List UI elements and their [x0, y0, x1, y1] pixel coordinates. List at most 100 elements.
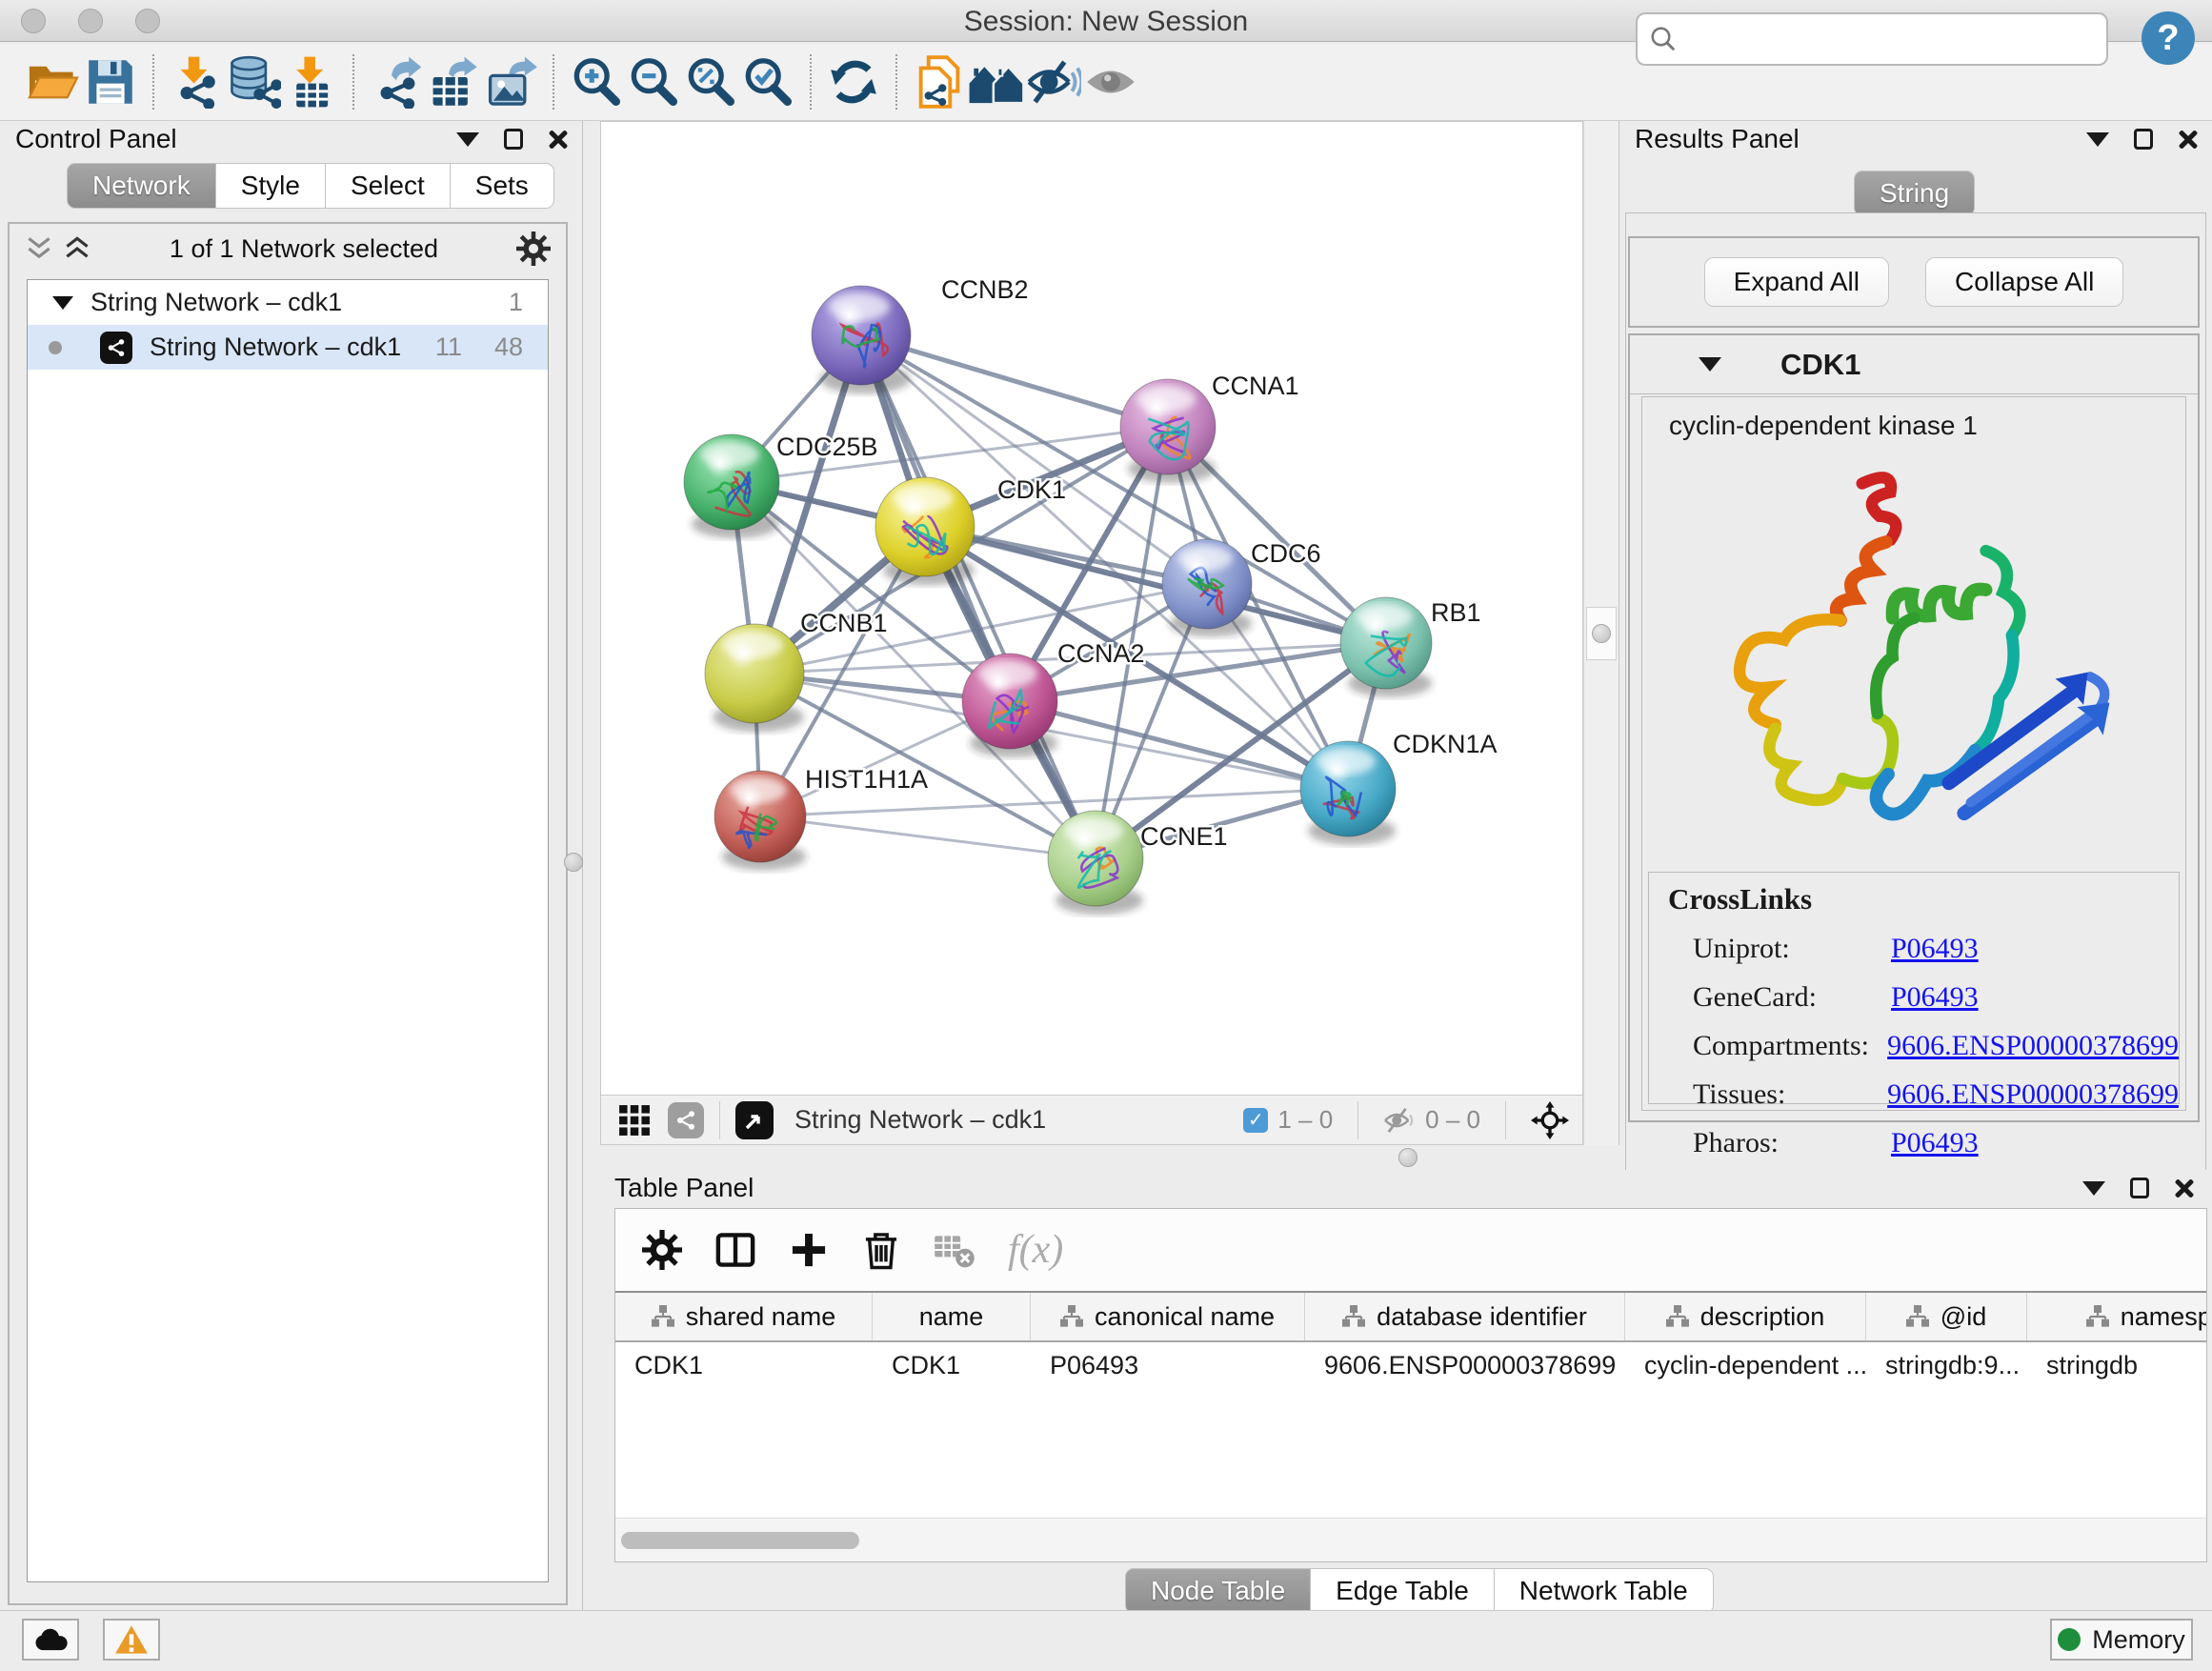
- node-table[interactable]: shared name namecanonical namedatabase id…: [615, 1291, 2206, 1516]
- node-label-ccnb1: CCNB1: [800, 609, 888, 637]
- warning-status-button[interactable]: [103, 1619, 160, 1661]
- table-cell[interactable]: 9606.ENSP00000378699: [1305, 1351, 1625, 1380]
- birds-eye-view-icon[interactable]: [735, 1101, 774, 1139]
- close-panel-icon[interactable]: [548, 129, 569, 150]
- import-network-file-button[interactable]: [168, 53, 225, 111]
- memory-status-button[interactable]: Memory: [2050, 1619, 2193, 1661]
- crosslink-link[interactable]: P06493: [1891, 981, 1979, 1014]
- zoom-fit-button[interactable]: [682, 53, 739, 111]
- zoom-out-button[interactable]: [625, 53, 682, 111]
- column-header-namespace[interactable]: namespace: [2027, 1293, 2206, 1340]
- protein-section-header[interactable]: CDK1: [1630, 335, 2198, 394]
- column-header--id[interactable]: @id: [1866, 1293, 2027, 1340]
- tab-network-table[interactable]: Network Table: [1495, 1568, 1714, 1614]
- column-header-canonical-name[interactable]: canonical name: [1031, 1293, 1305, 1340]
- tab-node-table[interactable]: Node Table: [1125, 1568, 1311, 1614]
- import-table-file-button[interactable]: [282, 53, 339, 111]
- string-copy-network-button[interactable]: [911, 53, 968, 111]
- collapse-section-icon[interactable]: [1699, 357, 1721, 372]
- show-columns-icon[interactable]: [714, 1230, 756, 1270]
- network-type-icon: [100, 332, 132, 364]
- export-table-button[interactable]: [425, 53, 482, 111]
- save-session-button[interactable]: [82, 53, 139, 111]
- table-panel-title: Table Panel: [614, 1173, 754, 1203]
- gear-icon[interactable]: [516, 232, 551, 266]
- refresh-button[interactable]: [825, 53, 882, 111]
- column-label: namespace: [2121, 1302, 2206, 1332]
- open-session-button[interactable]: [25, 53, 82, 111]
- column-header-database-identifier[interactable]: database identifier: [1305, 1293, 1625, 1340]
- left-splitter-handle[interactable]: [564, 853, 583, 872]
- collection-count: 1: [509, 288, 523, 317]
- horizontal-splitter-handle[interactable]: [1398, 1148, 1418, 1167]
- panel-menu-icon[interactable]: [2086, 132, 2109, 147]
- search-input[interactable]: [1678, 25, 2078, 54]
- network-canvas[interactable]: CCNB2CCNA1CDC25BCDK1CDC6RB1CCNB1CCNA2HIS…: [601, 122, 1582, 1095]
- table-cell[interactable]: cyclin-dependent ...: [1625, 1351, 1866, 1380]
- table-horizontal-scrollbar[interactable]: [615, 1518, 2206, 1561]
- network-view[interactable]: CCNB2CCNA1CDC25BCDK1CDC6RB1CCNB1CCNA2HIS…: [600, 121, 1583, 1145]
- hide-unhide-button[interactable]: [1025, 53, 1082, 111]
- column-label: shared name: [686, 1302, 836, 1332]
- help-button[interactable]: ?: [2142, 11, 2195, 65]
- reposition-crosshair-icon[interactable]: [1531, 1101, 1569, 1139]
- crosslink-link[interactable]: 9606.ENSP00000378699: [1887, 1030, 2179, 1062]
- table-cell[interactable]: CDK1: [873, 1351, 1031, 1380]
- tab-network[interactable]: Network: [67, 163, 216, 209]
- column-header-description[interactable]: description: [1625, 1293, 1866, 1340]
- collapse-all-icon[interactable]: [63, 236, 91, 261]
- tab-sets[interactable]: Sets: [451, 163, 554, 209]
- export-network-icon: [370, 55, 423, 109]
- export-image-button[interactable]: [482, 53, 539, 111]
- collapse-tree-icon[interactable]: [52, 296, 73, 310]
- network-edge[interactable]: [760, 816, 1096, 858]
- table-cell[interactable]: CDK1: [615, 1351, 873, 1380]
- table-gear-icon[interactable]: [642, 1230, 682, 1270]
- network-row-selected[interactable]: String Network – cdk1 11 48: [28, 325, 548, 370]
- network-collection-row[interactable]: String Network – cdk1 1: [28, 280, 548, 325]
- crosslink-label: Uniprot:: [1693, 933, 1874, 965]
- crosslink-link[interactable]: P06493: [1891, 933, 1979, 965]
- add-column-icon[interactable]: [789, 1230, 829, 1270]
- panel-menu-icon[interactable]: [456, 132, 479, 147]
- table-cell[interactable]: stringdb:9...: [1866, 1351, 2027, 1380]
- expand-all-button[interactable]: Expand All: [1704, 257, 1889, 307]
- string-homes-button[interactable]: [968, 53, 1025, 111]
- crosslink-link[interactable]: P06493: [1891, 1127, 1979, 1159]
- table-row[interactable]: CDK1CDK1P064939606.ENSP00000378699cyclin…: [615, 1342, 2206, 1388]
- collapse-all-button[interactable]: Collapse All: [1925, 257, 2123, 307]
- close-panel-icon[interactable]: [2178, 129, 2199, 150]
- column-header-shared-name[interactable]: shared name: [615, 1293, 873, 1340]
- show-graphics-button[interactable]: [1082, 53, 1139, 111]
- import-network-database-button[interactable]: [225, 53, 282, 111]
- tab-style[interactable]: Style: [216, 163, 326, 209]
- tab-string[interactable]: String: [1854, 171, 1975, 216]
- table-cell[interactable]: P06493: [1031, 1351, 1305, 1380]
- cloud-status-button[interactable]: [22, 1619, 79, 1661]
- crosslink-row: Pharos:P06493: [1668, 1127, 2179, 1159]
- float-panel-icon[interactable]: [2134, 129, 2153, 150]
- search-bar[interactable]: [1636, 12, 2108, 66]
- tab-select[interactable]: Select: [326, 163, 451, 209]
- panel-menu-icon[interactable]: [2082, 1181, 2105, 1196]
- tab-edge-table[interactable]: Edge Table: [1311, 1568, 1495, 1614]
- network-status-row: 1 of 1 Network selected: [10, 224, 566, 273]
- expand-all-icon[interactable]: [25, 236, 53, 261]
- scrollbar-thumb[interactable]: [621, 1532, 859, 1549]
- grid-view-icon[interactable]: [618, 1104, 651, 1137]
- vertical-splitter-handle[interactable]: [1586, 607, 1617, 660]
- zoom-selected-button[interactable]: [739, 53, 796, 111]
- network-share-view-icon[interactable]: [668, 1102, 704, 1138]
- table-cell[interactable]: stringdb: [2027, 1351, 2206, 1380]
- column-header-name[interactable]: name: [873, 1293, 1031, 1340]
- zoom-in-button[interactable]: [568, 53, 625, 111]
- selected-checkbox-icon[interactable]: ✓: [1243, 1108, 1268, 1133]
- float-panel-icon[interactable]: [2130, 1178, 2149, 1198]
- export-network-button[interactable]: [368, 53, 425, 111]
- search-icon: [1649, 25, 1678, 53]
- delete-column-icon[interactable]: [861, 1230, 901, 1270]
- vertical-splitter[interactable]: [1583, 121, 1619, 1145]
- close-panel-icon[interactable]: [2174, 1178, 2195, 1198]
- crosslink-link[interactable]: 9606.ENSP00000378699: [1887, 1078, 2179, 1111]
- float-panel-icon[interactable]: [504, 129, 523, 150]
